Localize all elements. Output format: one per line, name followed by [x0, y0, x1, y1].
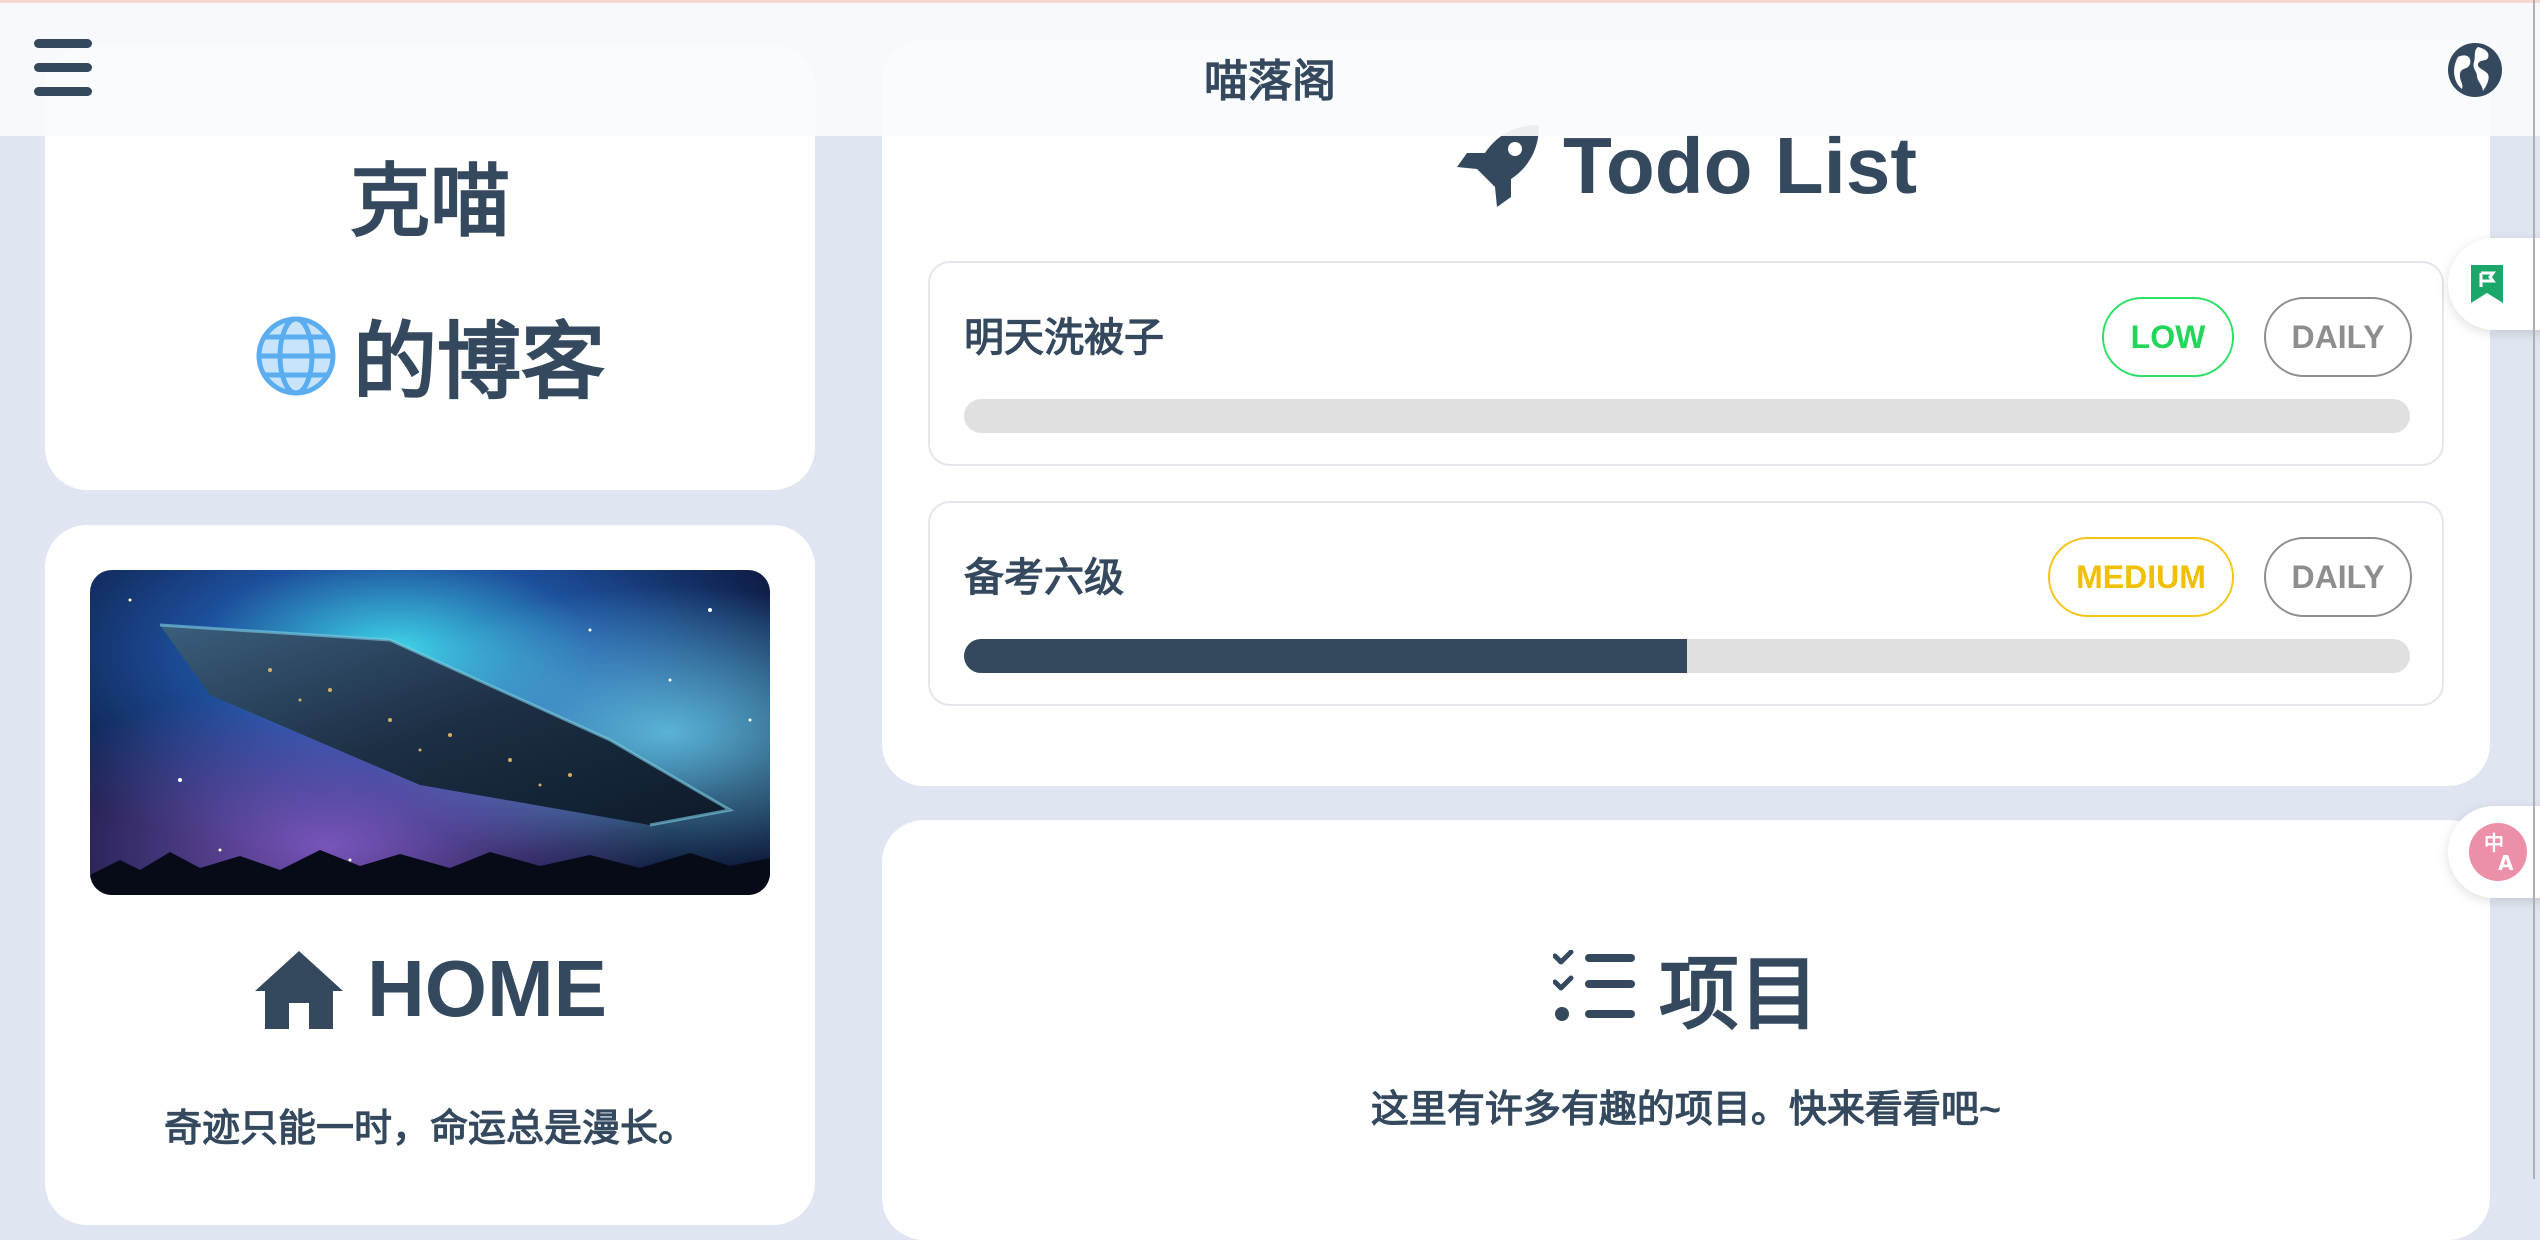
todo-item[interactable]: 明天洗被子 LOW DAILY	[928, 261, 2444, 466]
scrollbar-edge	[2533, 0, 2535, 1179]
bookmark-icon	[2471, 265, 2503, 303]
frequency-badge: DAILY	[2264, 537, 2412, 617]
globe-icon[interactable]	[2446, 41, 2504, 99]
todo-progress-bar	[964, 639, 2410, 673]
blog-title: 的博客	[352, 315, 605, 409]
projects-card: 项目 这里有许多有趣的项目。快来看看吧~	[882, 820, 2490, 1240]
todo-card: Todo List 明天洗被子 LOW DAILY 备考六级 MEDIUM DA…	[882, 40, 2490, 786]
priority-badge: MEDIUM	[2048, 537, 2234, 617]
home-heading: HOME	[45, 943, 815, 1035]
menu-button[interactable]	[30, 39, 96, 97]
hamburger-menu-icon	[34, 39, 92, 48]
todo-item-name: 备考六级	[964, 556, 1124, 600]
author-name: 克喵	[350, 157, 510, 246]
projects-description: 这里有许多有趣的项目。快来看看吧~	[1370, 1089, 2002, 1131]
bookmark-button[interactable]	[2448, 238, 2540, 330]
todo-item-name: 明天洗被子	[964, 316, 1164, 360]
projects-heading: 项目	[882, 930, 2490, 1046]
blog-title-line: 的博客	[45, 295, 815, 416]
home-motto: 奇迹只能一时，命运总是漫长。	[163, 1108, 696, 1150]
house-icon	[255, 951, 343, 1029]
todo-progress-bar	[964, 399, 2410, 433]
checklist-icon	[1553, 950, 1635, 1021]
banner-image[interactable]	[90, 570, 770, 895]
todo-item[interactable]: 备考六级 MEDIUM DAILY	[928, 501, 2444, 706]
translate-button[interactable]: 中 A	[2448, 806, 2540, 898]
translate-icon: 中 A	[2469, 823, 2527, 881]
home-title: HOME	[367, 944, 607, 1033]
globe-icon	[256, 316, 336, 395]
svg-text:A: A	[2498, 851, 2514, 875]
home-card: HOME 奇迹只能一时，命运总是漫长。	[45, 525, 815, 1225]
header-bar: 喵落阁	[0, 3, 2540, 136]
spaceship-nebula-image	[90, 570, 770, 895]
priority-badge: LOW	[2102, 297, 2234, 377]
site-title[interactable]: 喵落阁	[1168, 45, 1372, 109]
frequency-badge: DAILY	[2264, 297, 2412, 377]
todo-progress-fill	[964, 639, 1687, 673]
projects-title: 项目	[1659, 950, 1819, 1039]
